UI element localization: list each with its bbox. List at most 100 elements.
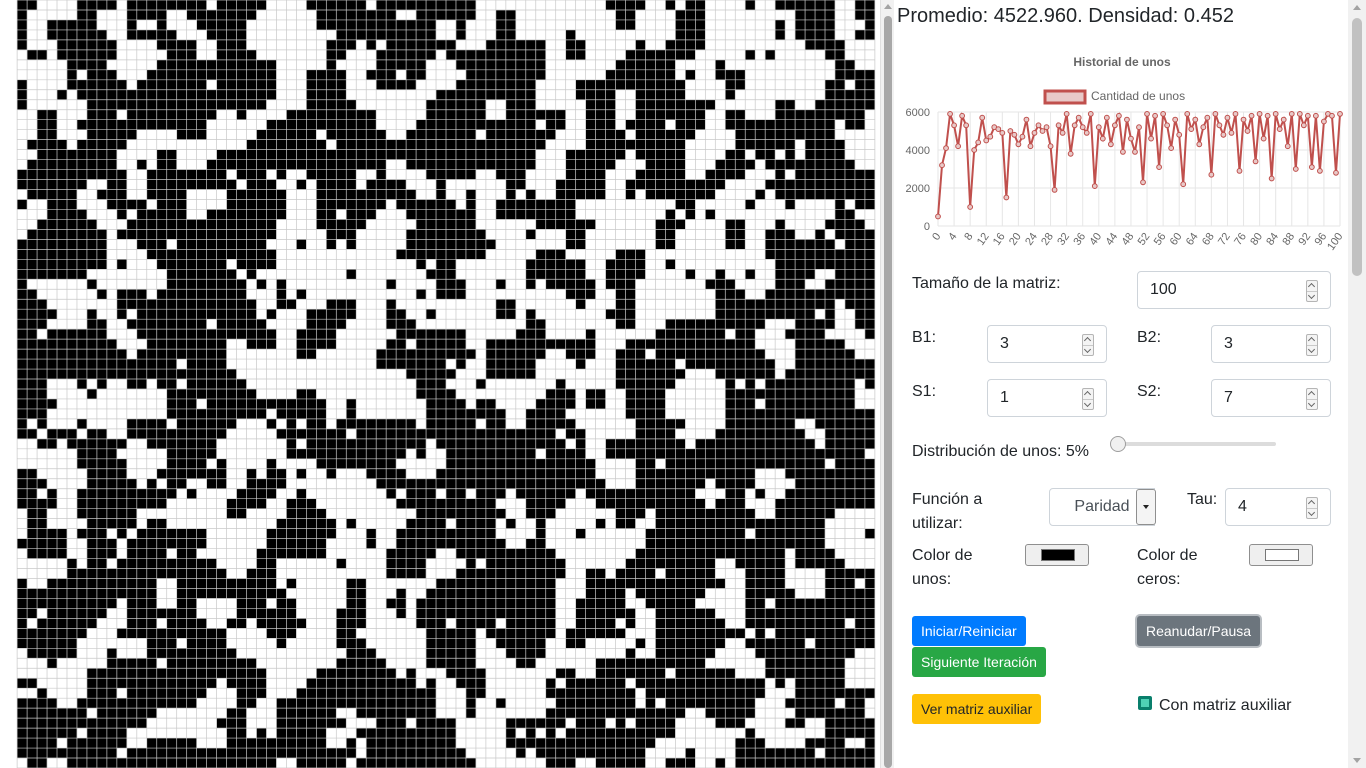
grid-cell-one — [396, 438, 407, 449]
series-point — [1059, 130, 1066, 136]
scroll-up-arrow-icon[interactable] — [884, 4, 892, 9]
grid-cell-one — [715, 159, 726, 170]
grid-cell-one — [575, 708, 586, 719]
tamano-input[interactable]: 100 — [1137, 271, 1331, 309]
page-scrollbar-thumb[interactable] — [1352, 18, 1362, 276]
grid-cell-one — [176, 79, 187, 90]
grid-cell-one — [775, 109, 786, 120]
grid-cell-one — [805, 538, 816, 549]
grid-cell-one — [545, 219, 556, 230]
grid-cell-one — [306, 528, 317, 539]
distribucion-slider[interactable] — [1110, 436, 1276, 452]
grid-cell-one — [535, 488, 546, 499]
s1-input[interactable]: 1 — [987, 379, 1107, 417]
grid-cell-one — [455, 398, 466, 409]
b1-input[interactable]: 3 — [987, 325, 1107, 363]
grid-cell-one — [96, 249, 107, 260]
s1-stepper-icon[interactable] — [1082, 388, 1094, 410]
grid-cell-one — [296, 698, 307, 709]
ver-matriz-auxiliar-button[interactable]: Ver matriz auxiliar — [912, 694, 1042, 724]
grid-cell-one — [446, 249, 456, 260]
con-matriz-auxiliar-checkbox[interactable] — [1138, 696, 1152, 710]
grid-scrollbar-thumb[interactable] — [884, 16, 892, 768]
grid-cell-one — [146, 239, 157, 250]
grid-cell-one — [735, 758, 746, 768]
grid-cell-one — [825, 558, 835, 569]
scroll-down-arrow-icon[interactable] — [1353, 758, 1361, 763]
grid-cell-one — [755, 758, 766, 768]
tamano-stepper-icon[interactable] — [1306, 280, 1318, 302]
grid-cell-one — [106, 339, 117, 350]
grid-cell-one — [525, 738, 536, 749]
grid-cell-one — [76, 249, 87, 260]
series-point — [1296, 111, 1303, 117]
grid-cell-one — [825, 89, 835, 100]
grid-cell-one — [665, 0, 676, 10]
color-ceros-picker[interactable] — [1249, 544, 1313, 566]
grid-cell-one — [535, 398, 546, 409]
b1-stepper-icon[interactable] — [1082, 334, 1094, 356]
grid-cell-one — [136, 608, 147, 619]
dropdown-arrow-icon[interactable] — [1136, 489, 1156, 525]
grid-scrollbar[interactable] — [880, 0, 894, 768]
grid-cell-one — [186, 468, 197, 479]
grid-cell-one — [406, 678, 417, 689]
grid-cell-one — [625, 578, 636, 589]
siguiente-iteracion-button[interactable]: Siguiente Iteración — [912, 647, 1046, 677]
grid-cell-one — [346, 678, 357, 689]
grid-cell-one — [196, 388, 207, 399]
grid-cell-one — [446, 458, 456, 469]
grid-cell-one — [815, 738, 826, 749]
grid-cell-one — [166, 209, 177, 220]
grid-cell-one — [854, 289, 865, 300]
grid-cell-one — [166, 359, 177, 370]
grid-cell-one — [465, 59, 476, 70]
grid-cell-one — [795, 249, 806, 260]
grid-cell-one — [336, 179, 347, 190]
grid-cell-one — [316, 678, 327, 689]
grid-cell-one — [246, 588, 257, 599]
grid-cell-one — [825, 179, 835, 190]
tau-stepper-icon[interactable] — [1306, 497, 1318, 519]
grid-cell-one — [306, 538, 317, 549]
grid-cell-one — [216, 9, 227, 20]
reanudar-pausa-button[interactable]: Reanudar/Pausa — [1137, 616, 1261, 646]
grid-cell-one — [346, 738, 357, 749]
color-unos-picker[interactable] — [1025, 544, 1089, 566]
automaton-grid[interactable] — [14, 0, 878, 768]
page-scrollbar[interactable] — [1348, 0, 1366, 768]
iniciar-reiniciar-button[interactable]: Iniciar/Reiniciar — [912, 616, 1026, 646]
grid-cell-one — [17, 618, 28, 629]
grid-cell-one — [635, 728, 646, 739]
scroll-up-arrow-icon[interactable] — [1353, 5, 1361, 10]
grid-cell-one — [156, 418, 167, 429]
grid-cell-one — [815, 169, 826, 180]
grid-cell-one — [166, 488, 177, 499]
grid-cell-one — [286, 738, 297, 749]
grid-cell-one — [37, 149, 48, 160]
series-point — [983, 137, 990, 144]
grid-cell-one — [685, 498, 696, 509]
grid-cell-one — [216, 159, 227, 170]
grid-cell-one — [585, 388, 596, 399]
grid-cell-one — [236, 89, 247, 100]
grid-cell-one — [206, 468, 217, 479]
con-matriz-auxiliar-label[interactable]: Con matriz auxiliar — [1159, 694, 1291, 718]
grid-cell-one — [446, 758, 456, 768]
grid-cell-one — [864, 488, 875, 499]
b2-input[interactable]: 3 — [1211, 325, 1331, 363]
grid-cell-one — [465, 508, 476, 519]
b2-stepper-icon[interactable] — [1306, 334, 1318, 356]
grid-cell-one — [256, 129, 267, 140]
s2-input[interactable]: 7 — [1211, 379, 1331, 417]
grid-cell-one — [156, 349, 167, 360]
grid-cell-one — [386, 448, 397, 459]
tau-input[interactable]: 4 — [1225, 488, 1331, 526]
grid-cell-one — [176, 618, 187, 629]
s2-stepper-icon[interactable] — [1306, 388, 1318, 410]
grid-cell-one — [66, 59, 77, 70]
grid-cell-one — [665, 229, 676, 240]
grid-cell-one — [386, 79, 397, 90]
grid-cell-one — [765, 359, 776, 370]
slider-thumb[interactable] — [1110, 436, 1126, 452]
